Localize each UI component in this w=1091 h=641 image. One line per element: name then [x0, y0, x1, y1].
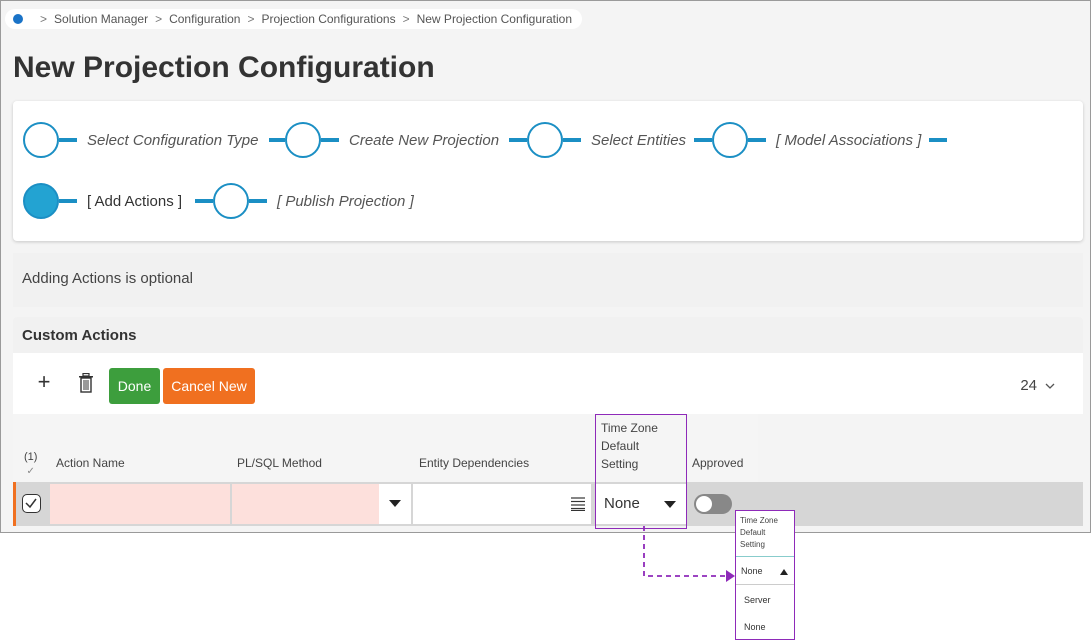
step-connector [59, 199, 77, 203]
toggle-knob [696, 496, 712, 512]
callout-header-line2: Default [740, 528, 766, 537]
breadcrumb-item-solution-manager[interactable]: Solution Manager [54, 12, 148, 26]
column-header-tz-line2: Default [601, 439, 640, 453]
wizard-steps: Select Configuration Type Create New Pro… [13, 101, 1083, 241]
action-name-input[interactable] [50, 484, 230, 524]
wizard-step-publish-projection[interactable]: [ Publish Projection ] [195, 183, 414, 219]
selection-count[interactable]: (1) ✓ [24, 450, 37, 479]
check-icon: ✓ [26, 466, 35, 477]
breadcrumb-item-projection-configurations[interactable]: Projection Configurations [262, 12, 396, 26]
page-size-value: 24 [1020, 377, 1037, 394]
step-connector [694, 138, 712, 142]
chevron-down-icon [1045, 383, 1055, 389]
step-connector [321, 138, 339, 142]
step-circle [23, 122, 59, 158]
column-header-tz-line3: Setting [601, 457, 639, 471]
callout-header-line3: Setting [740, 540, 765, 549]
section-title: Custom Actions [13, 317, 1083, 353]
step-label: [ Add Actions ] [87, 192, 183, 210]
step-circle [527, 122, 563, 158]
trash-icon[interactable] [78, 372, 94, 393]
wizard-step-model-associations[interactable]: [ Model Associations ] [694, 122, 948, 158]
column-header-plsql-method[interactable]: PL/SQL Method [237, 456, 322, 470]
breadcrumb: > Solution Manager > Configuration > Pro… [5, 9, 582, 29]
entity-dependencies-input[interactable] [413, 484, 591, 524]
column-header-entity-dependencies[interactable]: Entity Dependencies [419, 456, 529, 470]
breadcrumb-separator: > [402, 12, 410, 26]
column-header-action-name[interactable]: Action Name [56, 456, 125, 470]
step-label: [ Publish Projection ] [277, 192, 414, 210]
breadcrumb-item-configuration[interactable]: Configuration [169, 12, 240, 26]
column-header-approved[interactable]: Approved [692, 456, 743, 470]
table-row[interactable]: None [13, 482, 1083, 526]
done-button[interactable]: Done [109, 368, 160, 404]
list-icon[interactable] [571, 497, 585, 511]
step-connector [929, 138, 948, 142]
step-label: Create New Projection [349, 131, 500, 149]
step-connector [269, 138, 285, 142]
step-circle [712, 122, 748, 158]
step-connector [59, 138, 77, 142]
step-circle [213, 183, 249, 219]
step-connector [249, 199, 267, 203]
approved-toggle[interactable] [694, 494, 732, 514]
toolbar: + Done Cancel New 24 [13, 353, 1083, 414]
wizard-step-create-new-projection[interactable]: Create New Projection [269, 122, 499, 158]
plsql-method-input[interactable] [232, 484, 379, 524]
plsql-method-dropdown[interactable] [379, 484, 411, 524]
breadcrumb-separator: > [40, 12, 48, 26]
caret-down-icon [389, 500, 401, 507]
callout-select[interactable]: None [736, 556, 794, 585]
step-label: Select Configuration Type [87, 131, 259, 149]
home-icon[interactable] [13, 14, 23, 24]
breadcrumb-item-current: New Projection Configuration [416, 12, 573, 26]
row-edit-marker [13, 482, 16, 526]
callout-selected-value: None [741, 566, 763, 576]
page-title: New Projection Configuration [13, 51, 435, 84]
step-label: [ Model Associations ] [776, 131, 922, 149]
app-window: > Solution Manager > Configuration > Pro… [0, 0, 1091, 533]
step-connector [748, 138, 766, 142]
step-connector [509, 138, 527, 142]
callout-arrow [643, 526, 735, 582]
dropdown-option-server[interactable]: Server [736, 587, 794, 614]
page-size-select[interactable]: 24 [1020, 377, 1055, 394]
wizard-step-add-actions[interactable]: [ Add Actions ] [23, 183, 182, 219]
selection-count-label: (1) [24, 451, 38, 463]
info-message: Adding Actions is optional [13, 253, 1083, 307]
breadcrumb-separator: > [155, 12, 163, 26]
row-checkbox[interactable] [22, 494, 41, 513]
step-circle-active [23, 183, 59, 219]
caret-up-icon [780, 569, 788, 575]
callout-header: Time Zone Default Setting [736, 511, 794, 556]
breadcrumb-separator: > [247, 12, 255, 26]
callout-header-line1: Time Zone [740, 516, 778, 525]
step-connector [195, 199, 213, 203]
time-zone-dropdown-callout: Time Zone Default Setting None Server No… [735, 510, 795, 640]
wizard-step-select-entities[interactable]: Select Entities [509, 122, 686, 158]
column-header-tz-line1: Time Zone [601, 421, 658, 435]
cancel-new-button[interactable]: Cancel New [163, 368, 255, 404]
wizard-step-select-configuration-type[interactable]: Select Configuration Type [23, 122, 258, 158]
plus-icon[interactable]: + [33, 371, 55, 393]
dropdown-option-none[interactable]: None [736, 614, 794, 641]
step-label: Select Entities [591, 131, 687, 149]
step-connector [563, 138, 581, 142]
step-circle [285, 122, 321, 158]
time-zone-column-highlight[interactable]: Time Zone Default Setting [595, 414, 687, 529]
